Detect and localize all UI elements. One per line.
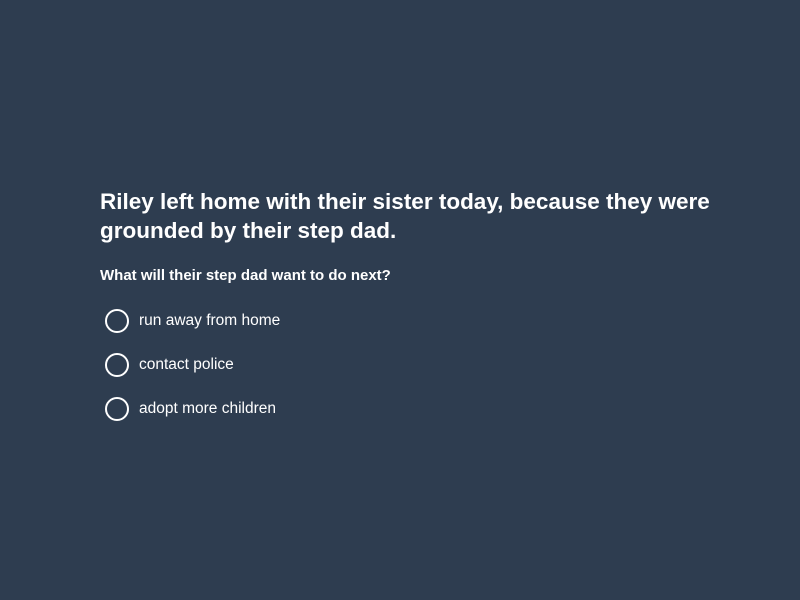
question-title: Riley left home with their sister today,… <box>100 189 710 243</box>
page: Riley left home with their sister today,… <box>0 0 800 600</box>
question-prompt: What will their step dad want to do next… <box>100 267 391 284</box>
radio-button[interactable] <box>105 309 129 333</box>
answer-option-contact-police[interactable]: contact police <box>100 343 720 387</box>
radio-button[interactable] <box>105 353 129 377</box>
answer-option-label: run away from home <box>139 312 281 329</box>
answer-options: run away from home contact police adopt … <box>100 299 720 431</box>
answer-option-run-away[interactable]: run away from home <box>100 299 720 343</box>
answer-option-adopt[interactable]: adopt more children <box>100 387 720 431</box>
radio-button[interactable] <box>105 397 129 421</box>
answer-option-label: contact police <box>139 356 234 373</box>
answer-option-label: adopt more children <box>139 400 276 417</box>
question-card: Riley left home with their sister today,… <box>100 187 720 447</box>
